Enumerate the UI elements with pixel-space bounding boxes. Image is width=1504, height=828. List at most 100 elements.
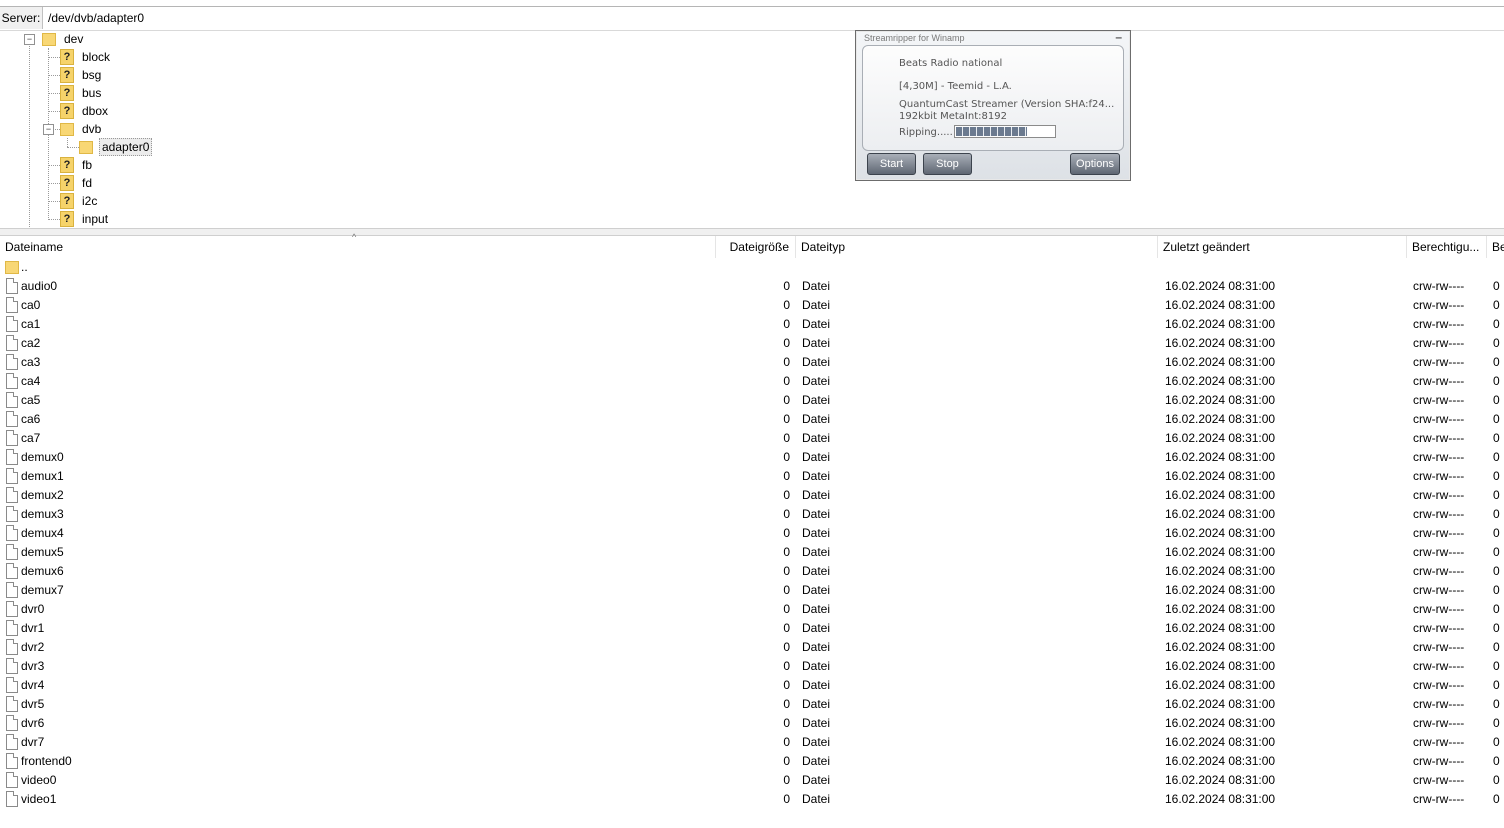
table-row[interactable]: frontend0 0 Datei 16.02.2024 08:31:00 crw-rw…: [0, 752, 1504, 771]
file-icon: [6, 411, 18, 427]
minimize-button[interactable]: –: [1115, 30, 1122, 44]
file-name: ca2: [21, 336, 41, 350]
file-type: Datei: [802, 526, 831, 540]
file-permissions: crw-rw----: [1413, 754, 1465, 768]
table-row[interactable]: dvr2 0 Datei 16.02.2024 08:31:00 crw-rw---- 0: [0, 638, 1504, 657]
file-modified: 16.02.2024 08:31:00: [1165, 659, 1276, 673]
file-owner: 0: [1493, 792, 1500, 806]
table-row[interactable]: ca6 0 Datei 16.02.2024 08:31:00 crw-rw---- 0: [0, 410, 1504, 429]
file-type: Datei: [802, 583, 831, 597]
unknown-folder-icon: ?: [60, 175, 74, 191]
table-row[interactable]: dvr7 0 Datei 16.02.2024 08:31:00 crw-rw---- 0: [0, 733, 1504, 752]
options-button[interactable]: Options: [1070, 153, 1120, 175]
file-modified: 16.02.2024 08:31:00: [1165, 526, 1276, 540]
file-icon: [6, 658, 18, 674]
file-owner: 0: [1493, 317, 1500, 331]
table-row[interactable]: ca2 0 Datei 16.02.2024 08:31:00 crw-rw---- 0: [0, 334, 1504, 353]
file-type: Datei: [802, 735, 831, 749]
file-owner: 0: [1493, 431, 1500, 445]
file-owner: 0: [1493, 507, 1500, 521]
table-row[interactable]: ca0 0 Datei 16.02.2024 08:31:00 crw-rw---- 0: [0, 296, 1504, 315]
file-type: Datei: [802, 773, 831, 787]
table-row[interactable]: demux4 0 Datei 16.02.2024 08:31:00 crw-rw---…: [0, 524, 1504, 543]
file-owner: 0: [1493, 279, 1500, 293]
file-permissions: crw-rw----: [1413, 450, 1465, 464]
file-permissions: crw-rw----: [1413, 317, 1465, 331]
expand-dev-icon[interactable]: −: [24, 34, 35, 45]
file-size: 0: [783, 716, 790, 730]
table-row[interactable]: demux2 0 Datei 16.02.2024 08:31:00 crw-rw---…: [0, 486, 1504, 505]
file-owner: 0: [1493, 754, 1500, 768]
expand-dvb-icon[interactable]: −: [43, 124, 54, 135]
file-owner: 0: [1493, 374, 1500, 388]
table-row[interactable]: video0 0 Datei 16.02.2024 08:31:00 crw-rw---…: [0, 771, 1504, 790]
column-header-size[interactable]: Dateigröße: [716, 236, 796, 258]
column-header-permissions[interactable]: Berechtigu...: [1407, 236, 1487, 258]
table-row[interactable]: demux7 0 Datei 16.02.2024 08:31:00 crw-rw---…: [0, 581, 1504, 600]
file-permissions: crw-rw----: [1413, 431, 1465, 445]
file-permissions: crw-rw----: [1413, 716, 1465, 730]
table-row[interactable]: video1 0 Datei 16.02.2024 08:31:00 crw-rw---…: [0, 790, 1504, 809]
table-row[interactable]: ca4 0 Datei 16.02.2024 08:31:00 crw-rw---- 0: [0, 372, 1504, 391]
table-row[interactable]: demux3 0 Datei 16.02.2024 08:31:00 crw-rw---…: [0, 505, 1504, 524]
table-row[interactable]: ca1 0 Datei 16.02.2024 08:31:00 crw-rw---- 0: [0, 315, 1504, 334]
table-row[interactable]: dvr0 0 Datei 16.02.2024 08:31:00 crw-rw---- 0: [0, 600, 1504, 619]
file-modified: 16.02.2024 08:31:00: [1165, 431, 1276, 445]
server-path-input[interactable]: [44, 7, 1488, 29]
file-icon: [6, 563, 18, 579]
unknown-folder-icon: ?: [60, 85, 74, 101]
column-header-modified[interactable]: Zuletzt geändert: [1158, 236, 1407, 258]
table-row[interactable]: audio0 0 Datei 16.02.2024 08:31:00 crw-rw---…: [0, 277, 1504, 296]
table-row[interactable]: ca5 0 Datei 16.02.2024 08:31:00 crw-rw---- 0: [0, 391, 1504, 410]
track-info: [4,30M] - Teemid - L.A.: [899, 81, 1012, 92]
file-icon: [6, 696, 18, 712]
start-button[interactable]: Start: [867, 153, 916, 175]
file-name: dvr5: [21, 697, 45, 711]
column-header-owner[interactable]: Be: [1487, 236, 1504, 258]
file-name: dvr0: [21, 602, 45, 616]
file-size: 0: [783, 792, 790, 806]
table-row[interactable]: dvr3 0 Datei 16.02.2024 08:31:00 crw-rw---- 0: [0, 657, 1504, 676]
table-row[interactable]: ca7 0 Datei 16.02.2024 08:31:00 crw-rw---- 0: [0, 429, 1504, 448]
column-header-type[interactable]: Dateityp: [796, 236, 1158, 258]
file-owner: 0: [1493, 469, 1500, 483]
file-modified: 16.02.2024 08:31:00: [1165, 336, 1276, 350]
column-header-name[interactable]: Dateiname: [0, 236, 716, 258]
table-row[interactable]: demux1 0 Datei 16.02.2024 08:31:00 crw-rw---…: [0, 467, 1504, 486]
file-size: 0: [783, 621, 790, 635]
file-icon: [6, 449, 18, 465]
table-row[interactable]: dvr5 0 Datei 16.02.2024 08:31:00 crw-rw---- 0: [0, 695, 1504, 714]
file-size: 0: [783, 279, 790, 293]
file-permissions: crw-rw----: [1413, 792, 1465, 806]
stop-button[interactable]: Stop: [923, 153, 972, 175]
file-name: dvr4: [21, 678, 45, 692]
file-name: ca5: [21, 393, 41, 407]
file-owner: 0: [1493, 640, 1500, 654]
file-icon: [6, 430, 18, 446]
file-permissions: crw-rw----: [1413, 621, 1465, 635]
table-row[interactable]: demux5 0 Datei 16.02.2024 08:31:00 crw-rw---…: [0, 543, 1504, 562]
table-row[interactable]: demux6 0 Datei 16.02.2024 08:31:00 crw-rw---…: [0, 562, 1504, 581]
unknown-folder-icon: ?: [60, 49, 74, 65]
file-permissions: crw-rw----: [1413, 564, 1465, 578]
file-type: Datei: [802, 450, 831, 464]
table-row[interactable]: dvr1 0 Datei 16.02.2024 08:31:00 crw-rw---- 0: [0, 619, 1504, 638]
pane-splitter[interactable]: [0, 228, 1504, 236]
table-row[interactable]: dvr6 0 Datei 16.02.2024 08:31:00 crw-rw---- 0: [0, 714, 1504, 733]
file-type: Datei: [802, 659, 831, 673]
file-permissions: crw-rw----: [1413, 488, 1465, 502]
file-modified: 16.02.2024 08:31:00: [1165, 564, 1276, 578]
file-size: 0: [783, 754, 790, 768]
file-size: 0: [783, 602, 790, 616]
parent-directory-row[interactable]: ..: [0, 258, 1504, 277]
file-icon: [6, 335, 18, 351]
file-modified: 16.02.2024 08:31:00: [1165, 450, 1276, 464]
table-row[interactable]: ca3 0 Datei 16.02.2024 08:31:00 crw-rw---- 0: [0, 353, 1504, 372]
table-row[interactable]: dvr4 0 Datei 16.02.2024 08:31:00 crw-rw---- 0: [0, 676, 1504, 695]
file-modified: 16.02.2024 08:31:00: [1165, 640, 1276, 654]
unknown-folder-icon: ?: [60, 211, 74, 227]
file-icon: [6, 373, 18, 389]
file-modified: 16.02.2024 08:31:00: [1165, 545, 1276, 559]
table-row[interactable]: demux0 0 Datei 16.02.2024 08:31:00 crw-rw---…: [0, 448, 1504, 467]
file-permissions: crw-rw----: [1413, 526, 1465, 540]
